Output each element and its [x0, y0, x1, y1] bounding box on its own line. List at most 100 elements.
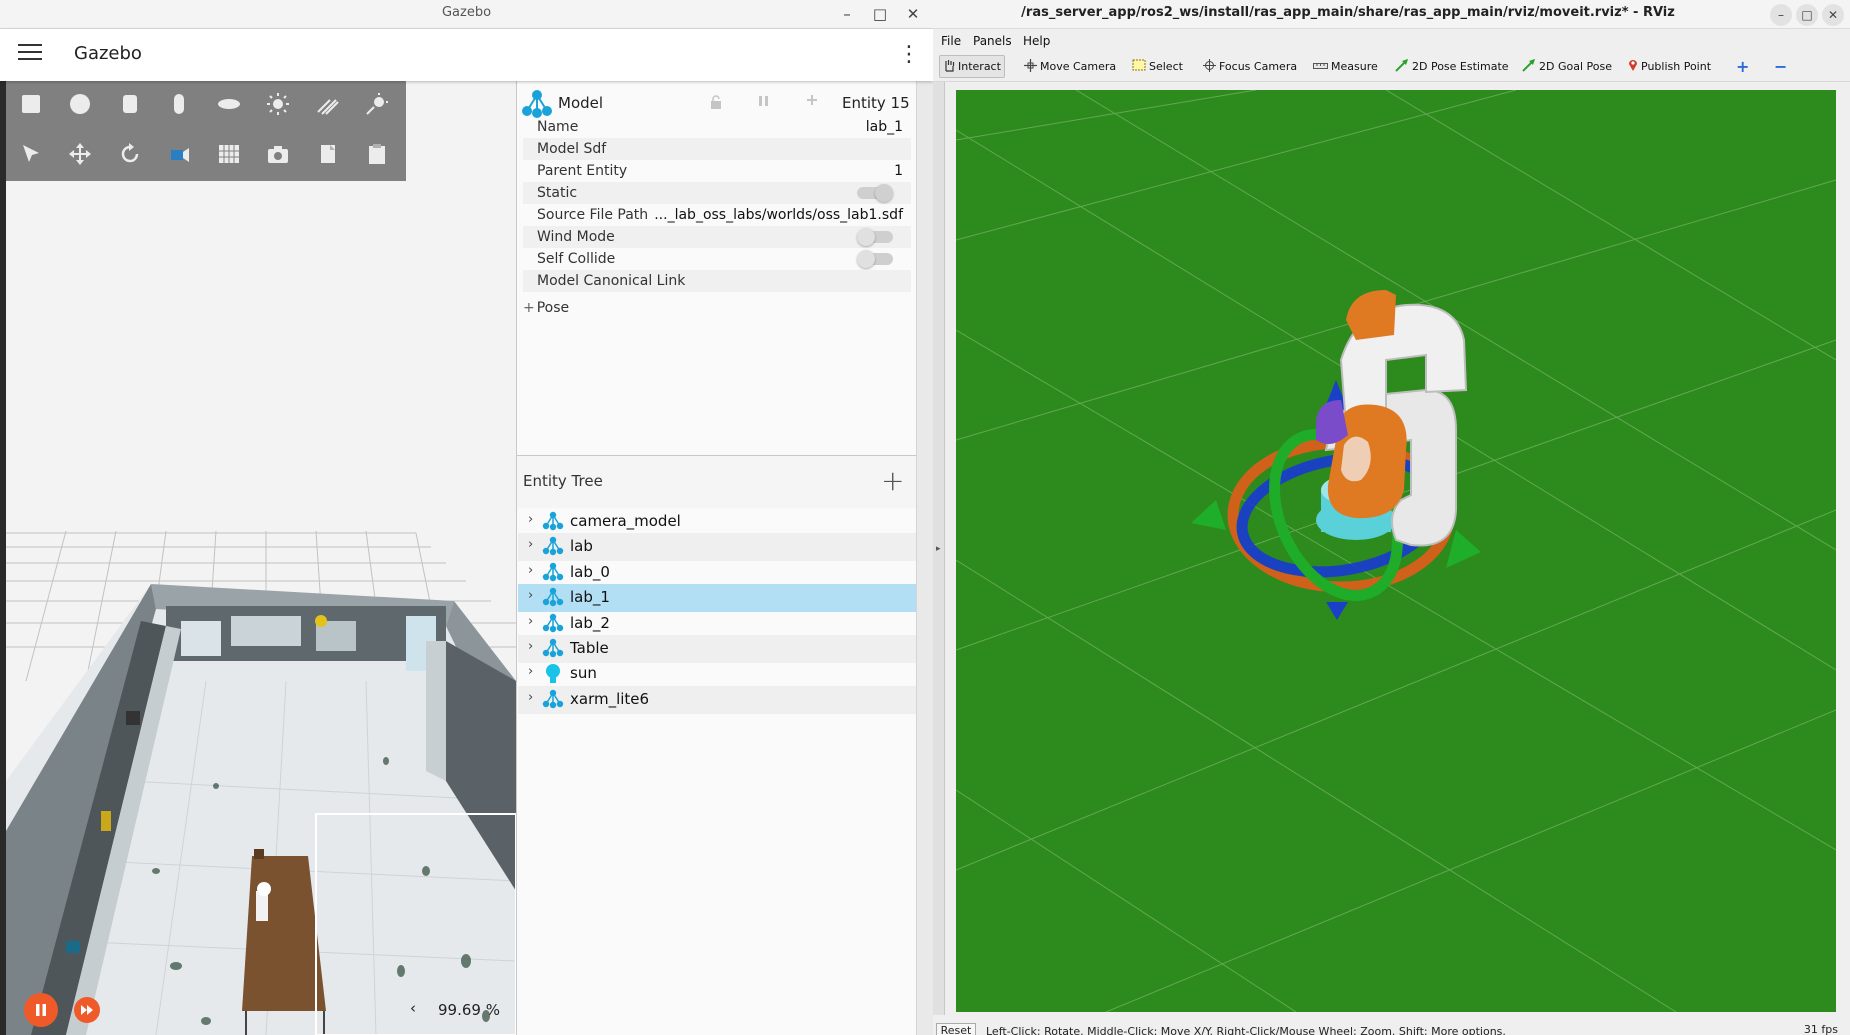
- rviz-window-title: /ras_server_app/ros2_ws/install/ras_app_…: [1021, 5, 1675, 20]
- property-toggle[interactable]: [857, 228, 893, 246]
- rviz-menubar: File Panels Help: [933, 29, 1850, 52]
- rviz-render: [956, 90, 1836, 1012]
- cylinder-shape-icon[interactable]: [114, 88, 146, 120]
- rviz-titlebar: /ras_server_app/ros2_ws/install/ras_app_…: [933, 0, 1850, 29]
- menu-help[interactable]: Help: [1023, 34, 1050, 48]
- expand-chevron-icon[interactable]: ›: [528, 512, 533, 527]
- tool-interact[interactable]: Interact: [939, 55, 1005, 78]
- point-light-icon[interactable]: [361, 88, 393, 120]
- select-tool-icon[interactable]: [15, 138, 47, 170]
- minimize-button[interactable]: –: [837, 4, 857, 24]
- tool-measure[interactable]: Measure: [1310, 55, 1381, 78]
- copy-icon[interactable]: [312, 138, 344, 170]
- entity-tree-item[interactable]: › lab: [518, 533, 916, 561]
- rtf-expand-icon[interactable]: ‹: [410, 999, 416, 1017]
- spot-light-icon[interactable]: [312, 88, 344, 120]
- sphere-shape-icon[interactable]: [64, 88, 96, 120]
- fps-counter: 31 fps: [1803, 1023, 1838, 1035]
- focus-camera-icon: [1203, 58, 1216, 75]
- view-angle-icon[interactable]: [163, 138, 195, 170]
- expand-chevron-icon[interactable]: ›: [528, 664, 533, 679]
- entity-tree-item[interactable]: › camera_model: [518, 508, 916, 536]
- lock-icon[interactable]: [709, 95, 723, 113]
- pose-expander[interactable]: + Pose: [523, 300, 569, 316]
- gazebo-appbar: Gazebo ⋮: [0, 29, 933, 81]
- gazebo-window: Gazebo – □ ✕ Gazebo ⋮ ‹ 99.69 % Model En…: [0, 0, 933, 1035]
- property-row: Model Sdf: [523, 138, 911, 160]
- hamburger-menu-icon[interactable]: [18, 44, 42, 66]
- more-options-icon[interactable]: ⋮: [898, 42, 920, 68]
- tool-label: 2D Pose Estimate: [1412, 60, 1509, 73]
- goal-pose-icon: [1522, 58, 1536, 75]
- entity-label: lab: [570, 537, 593, 555]
- directional-light-icon[interactable]: [262, 88, 294, 120]
- gazebo-toolbar: [6, 81, 406, 181]
- tool-2d-goal-pose[interactable]: 2D Goal Pose: [1519, 55, 1615, 78]
- add-entity-icon[interactable]: +: [881, 464, 904, 497]
- box-shape-icon[interactable]: [15, 88, 47, 120]
- expand-chevron-icon[interactable]: ›: [528, 690, 533, 705]
- close-button[interactable]: ✕: [1822, 4, 1844, 26]
- paste-icon[interactable]: [361, 138, 393, 170]
- gazebo-titlebar: Gazebo – □ ✕: [0, 0, 933, 29]
- add-tool-button[interactable]: +: [1733, 55, 1752, 78]
- inspector-pause-icon[interactable]: [757, 94, 771, 112]
- step-forward-button[interactable]: [74, 997, 100, 1023]
- tool-2d-pose-estimate[interactable]: 2D Pose Estimate: [1392, 55, 1512, 78]
- playback-controls: ‹ 99.69 %: [6, 985, 516, 1035]
- entity-tree-item[interactable]: › lab_1: [518, 584, 916, 612]
- gazebo-window-title: Gazebo: [441, 5, 492, 20]
- property-toggle[interactable]: [857, 184, 893, 202]
- entity-tree-item[interactable]: › lab_0: [518, 559, 916, 587]
- close-button[interactable]: ✕: [903, 4, 923, 24]
- property-value: lab_1: [865, 119, 903, 135]
- reset-button[interactable]: Reset: [936, 1023, 976, 1035]
- tool-select[interactable]: Select: [1129, 55, 1186, 78]
- capsule-shape-icon[interactable]: [163, 88, 195, 120]
- app-title: Gazebo: [74, 43, 142, 64]
- entity-tree-item[interactable]: › sun: [518, 660, 916, 688]
- maximize-button[interactable]: □: [1796, 4, 1818, 26]
- property-key: Parent Entity: [537, 163, 628, 179]
- panel-scrollbar[interactable]: [916, 81, 933, 1035]
- property-key: Model Canonical Link: [537, 273, 686, 289]
- rotate-tool-icon[interactable]: [114, 138, 146, 170]
- gazebo-3d-scene[interactable]: ‹ 99.69 %: [6, 81, 516, 1035]
- property-row: Wind Mode: [523, 226, 911, 248]
- minimize-button[interactable]: –: [1770, 4, 1792, 26]
- menu-panels[interactable]: Panels: [973, 34, 1012, 48]
- expand-panel-icon[interactable]: ▸: [936, 544, 941, 554]
- tool-focus-camera[interactable]: Focus Camera: [1200, 55, 1300, 78]
- rviz-3d-viewport[interactable]: [956, 90, 1836, 1012]
- real-time-factor: 99.69 %: [438, 1001, 500, 1019]
- menu-file[interactable]: File: [941, 34, 961, 48]
- tool-move-camera[interactable]: Move Camera: [1021, 55, 1119, 78]
- add-component-icon[interactable]: [807, 93, 817, 109]
- expand-chevron-icon[interactable]: ›: [528, 639, 533, 654]
- entity-label: xarm_lite6: [570, 690, 650, 708]
- rviz-collapsed-sidebar[interactable]: ▸: [933, 82, 945, 1017]
- component-title: Model: [558, 94, 604, 112]
- pause-button[interactable]: [24, 993, 58, 1027]
- model-icon: [542, 536, 564, 560]
- property-key: Static: [537, 185, 578, 201]
- expand-chevron-icon[interactable]: ›: [528, 588, 533, 603]
- property-row: Name lab_1: [523, 116, 911, 138]
- entity-tree-item[interactable]: › xarm_lite6: [518, 686, 916, 714]
- tool-publish-point[interactable]: Publish Point: [1625, 55, 1714, 78]
- expand-chevron-icon[interactable]: ›: [528, 537, 533, 552]
- rviz-toolbar: Interact Move Camera Select Focus Camera…: [933, 52, 1850, 82]
- property-toggle[interactable]: [857, 250, 893, 268]
- entity-tree-item[interactable]: › Table: [518, 635, 916, 663]
- entity-label: sun: [570, 664, 597, 682]
- expand-chevron-icon[interactable]: ›: [528, 563, 533, 578]
- entity-label: Table: [570, 639, 609, 657]
- expand-chevron-icon[interactable]: ›: [528, 614, 533, 629]
- screenshot-icon[interactable]: [262, 138, 294, 170]
- grid-icon[interactable]: [213, 138, 245, 170]
- translate-tool-icon[interactable]: [64, 138, 96, 170]
- maximize-button[interactable]: □: [870, 4, 890, 24]
- entity-tree-item[interactable]: › lab_2: [518, 610, 916, 638]
- remove-tool-button[interactable]: −: [1771, 55, 1790, 78]
- ellipsoid-shape-icon[interactable]: [213, 88, 245, 120]
